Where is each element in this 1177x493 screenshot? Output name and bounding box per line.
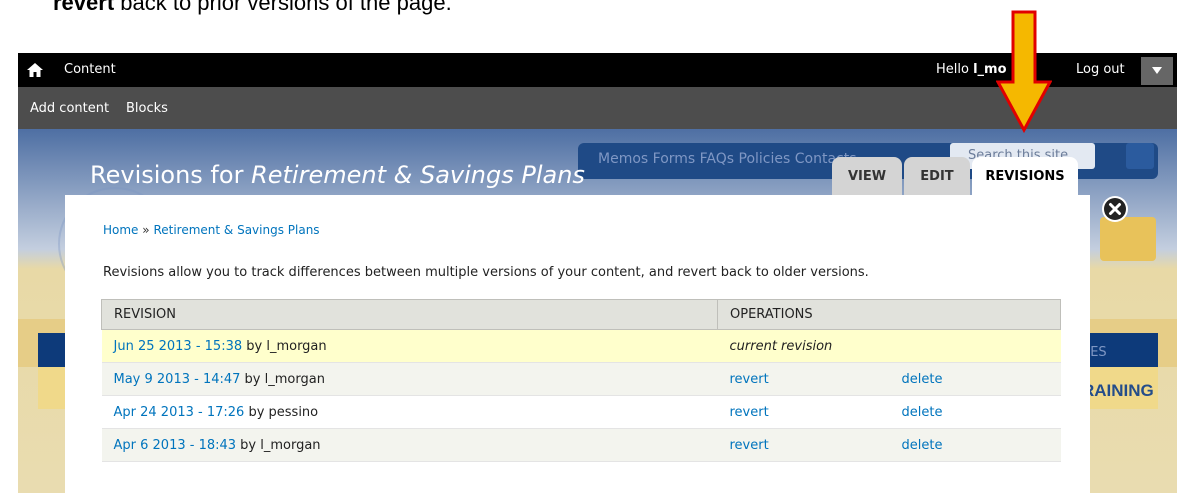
table-header-row: REVISION OPERATIONS — [101, 299, 1061, 330]
revision-cell: Apr 24 2013 - 17:26 by pessino — [101, 395, 718, 429]
revert-cell: revert — [717, 395, 890, 429]
column-header-revision: REVISION — [101, 299, 718, 330]
column-header-operations: OPERATIONS — [717, 299, 1061, 330]
chevron-down-icon — [1152, 67, 1162, 74]
page-title: Revisions for Retirement & Savings Plans — [90, 161, 585, 189]
revisions-table: REVISION OPERATIONS Jun 25 2013 - 15:38 … — [101, 299, 1061, 462]
breadcrumb-home-link[interactable]: Home — [103, 223, 138, 237]
add-content-link[interactable]: Add content — [30, 101, 109, 116]
delete-cell: delete — [889, 395, 1061, 429]
delete-link[interactable]: delete — [902, 372, 943, 387]
toolbar-content-link[interactable]: Content — [64, 62, 116, 77]
document-bold-word: revert — [53, 0, 115, 15]
greeting-prefix: Hello — [936, 62, 974, 77]
revert-cell: revert — [717, 428, 890, 462]
revert-link[interactable]: revert — [730, 405, 769, 420]
revision-author: by l_morgan — [240, 371, 325, 387]
revision-date-link[interactable]: Apr 6 2013 - 18:43 — [114, 438, 237, 453]
table-row: Apr 6 2013 - 18:43 by l_morgan revert de… — [101, 428, 1061, 462]
revision-date-link[interactable]: Jun 25 2013 - 15:38 — [114, 339, 243, 354]
tab-view[interactable]: VIEW — [832, 157, 902, 195]
blocks-link[interactable]: Blocks — [126, 101, 168, 116]
delete-link[interactable]: delete — [902, 438, 943, 453]
table-row: Apr 24 2013 - 17:26 by pessino revert de… — [101, 395, 1061, 429]
breadcrumb: Home » Retirement & Savings Plans — [103, 223, 320, 237]
delete-link[interactable]: delete — [902, 405, 943, 420]
site-badge — [1100, 217, 1156, 261]
revisions-overlay: Home » Retirement & Savings Plans Revisi… — [65, 195, 1090, 493]
search-icon[interactable] — [1126, 143, 1154, 169]
delete-cell: delete — [889, 362, 1061, 396]
document-text: revert back to prior versions of the pag… — [53, 0, 452, 16]
down-arrow-icon — [996, 10, 1052, 134]
tab-edit[interactable]: EDIT — [904, 157, 970, 195]
tab-revisions[interactable]: REVISIONS — [972, 157, 1078, 195]
table-row: May 9 2013 - 14:47 by l_morgan revert de… — [101, 362, 1061, 396]
home-icon[interactable] — [26, 61, 44, 79]
current-revision-label: current revision — [717, 329, 1061, 363]
revision-cell: Apr 6 2013 - 18:43 by l_morgan — [101, 428, 718, 462]
breadcrumb-current-link[interactable]: Retirement & Savings Plans — [153, 223, 319, 237]
help-text: Revisions allow you to track differences… — [103, 265, 869, 280]
delete-cell: delete — [889, 428, 1061, 462]
revert-link[interactable]: revert — [730, 438, 769, 453]
revision-cell: May 9 2013 - 14:47 by l_morgan — [101, 362, 718, 396]
document-text-rest: back to prior versions of the page. — [114, 0, 452, 15]
site-nav-item-training: RAINING — [1082, 381, 1154, 400]
table-row: Jun 25 2013 - 15:38 by l_morgan current … — [101, 329, 1061, 363]
title-prefix: Revisions for — [90, 161, 252, 189]
revision-author: by l_morgan — [236, 437, 321, 453]
revision-date-link[interactable]: May 9 2013 - 14:47 — [114, 372, 241, 387]
revision-cell: Jun 25 2013 - 15:38 by l_morgan — [101, 329, 718, 363]
revert-cell: revert — [717, 362, 890, 396]
title-node-name: Retirement & Savings Plans — [251, 161, 585, 189]
close-icon[interactable] — [1102, 196, 1128, 222]
revert-link[interactable]: revert — [730, 372, 769, 387]
logout-link[interactable]: Log out — [1076, 62, 1125, 77]
toolbar-toggle-button[interactable] — [1141, 57, 1173, 85]
breadcrumb-separator: » — [142, 223, 150, 237]
site-nav-links[interactable]: Memos Forms FAQs Policies Contacts — [598, 151, 857, 167]
revision-author: by l_morgan — [242, 338, 327, 354]
revision-author: by pessino — [244, 404, 319, 420]
revision-date-link[interactable]: Apr 24 2013 - 17:26 — [114, 405, 245, 420]
